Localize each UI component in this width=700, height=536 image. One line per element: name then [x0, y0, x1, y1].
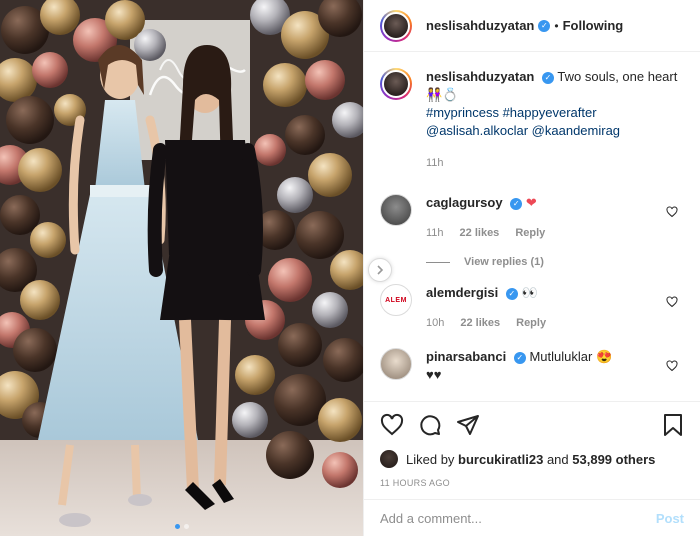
comment-text: Mutluluklar — [529, 349, 593, 364]
following-button[interactable]: Following — [563, 18, 624, 33]
caption-time: 11h — [426, 157, 444, 169]
add-comment-bar: Post — [364, 499, 700, 536]
author-avatar[interactable] — [380, 9, 412, 42]
reply-button[interactable]: Reply — [515, 224, 545, 242]
comment-meta: 11h 22 likes Reply — [426, 224, 684, 242]
post-header: neslisahduzyatan ✓ • Following — [364, 0, 700, 52]
share-paper-plane-icon[interactable] — [456, 413, 480, 440]
comment-item: caglagursoy ✓ ❤ 11h 22 likes Reply — [380, 194, 684, 242]
like-heart-icon[interactable] — [380, 413, 404, 440]
caption-meta: 11h — [426, 154, 684, 172]
comment-item: ALEM alemdergisi ✓ 👀 10h 22 likes Reply — [380, 284, 684, 332]
liker-avatar[interactable] — [380, 450, 398, 468]
comment-avatar[interactable] — [380, 194, 412, 226]
comment-emoji: 😍 — [595, 349, 613, 364]
verified-icon: ✓ — [542, 71, 554, 84]
author-username[interactable]: neslisahduzyatan — [426, 18, 534, 33]
alem-logo-text: ALEM — [385, 296, 407, 304]
verified-icon: ✓ — [513, 351, 526, 364]
likes-summary: Liked by burcukiratli23 and 53,899 other… — [380, 450, 684, 468]
likes-prefix: Liked by — [406, 451, 455, 467]
comments-list[interactable]: neslisahduzyatan ✓ Two souls, one heart … — [364, 52, 700, 401]
comment-like-heart-icon[interactable] — [666, 360, 678, 372]
comment-meta: 10h 22 likes Reply — [426, 314, 684, 332]
carousel-dot-active — [174, 524, 180, 529]
caption-text: Two souls, one heart — [557, 69, 678, 84]
likes-conjunction: and — [546, 451, 569, 467]
comment-like-heart-icon[interactable] — [666, 206, 678, 218]
likes-others[interactable]: 53,899 others — [572, 452, 655, 467]
reply-button[interactable]: Reply — [516, 314, 546, 332]
caption-mentions[interactable]: @aslisah.alkoclar @kaandemirag — [426, 123, 620, 138]
verified-icon: ✓ — [505, 287, 518, 300]
comment-emoji: 👀 — [521, 285, 538, 300]
comment-avatar[interactable] — [380, 348, 412, 380]
caption-hashtags[interactable]: #myprincess #happyeverafter — [426, 105, 597, 120]
post-comment-button[interactable]: Post — [656, 511, 684, 526]
verified-icon: ✓ — [538, 19, 551, 32]
carousel-dots — [174, 524, 189, 529]
comment-time: 11h — [426, 227, 444, 239]
view-replies-label: View replies (1) — [464, 256, 544, 268]
view-replies-button[interactable]: View replies (1) — [426, 256, 684, 268]
carousel-dot — [183, 524, 189, 529]
comment-time: 10h — [426, 317, 445, 329]
comment-username[interactable]: caglagursoy — [426, 195, 503, 210]
comment-like-heart-icon[interactable] — [666, 296, 678, 308]
post-actions: Liked by burcukiratli23 and 53,899 other… — [364, 401, 700, 488]
comment-emoji: ❤ — [525, 195, 537, 210]
comment-avatar[interactable]: ALEM — [380, 284, 412, 316]
chevron-right-icon — [377, 265, 384, 275]
next-arrow-button[interactable] — [368, 258, 392, 282]
post-timestamp: 11 HOURS AGO — [380, 478, 450, 488]
caption-emojis: 👭💍 — [426, 87, 459, 102]
verified-icon: ✓ — [510, 197, 523, 210]
comment-likes[interactable]: 22 likes — [460, 314, 500, 332]
header-separator: • — [554, 18, 559, 33]
add-comment-input[interactable] — [380, 510, 656, 526]
comment-second-line: ♥♥ — [426, 367, 442, 382]
action-icons — [380, 402, 684, 450]
comment-item: pinarsabanci ✓ Mutluluklar 😍 ♥♥ — [380, 348, 684, 384]
comment-username[interactable]: alemdergisi — [426, 285, 498, 300]
liker-username[interactable]: burcukiratli23 — [458, 452, 543, 467]
bookmark-icon[interactable] — [662, 413, 684, 440]
comment-username[interactable]: pinarsabanci — [426, 349, 506, 364]
photo-illustration — [0, 0, 363, 536]
post-sidebar: neslisahduzyatan ✓ • Following neslisahd… — [363, 0, 700, 536]
caption: neslisahduzyatan ✓ Two souls, one heart … — [380, 68, 684, 172]
post-photo[interactable] — [0, 0, 363, 536]
comment-bubble-icon[interactable] — [418, 413, 442, 440]
caption-avatar[interactable] — [380, 68, 412, 100]
comment-likes[interactable]: 22 likes — [460, 224, 500, 242]
caption-username[interactable]: neslisahduzyatan — [426, 69, 534, 84]
